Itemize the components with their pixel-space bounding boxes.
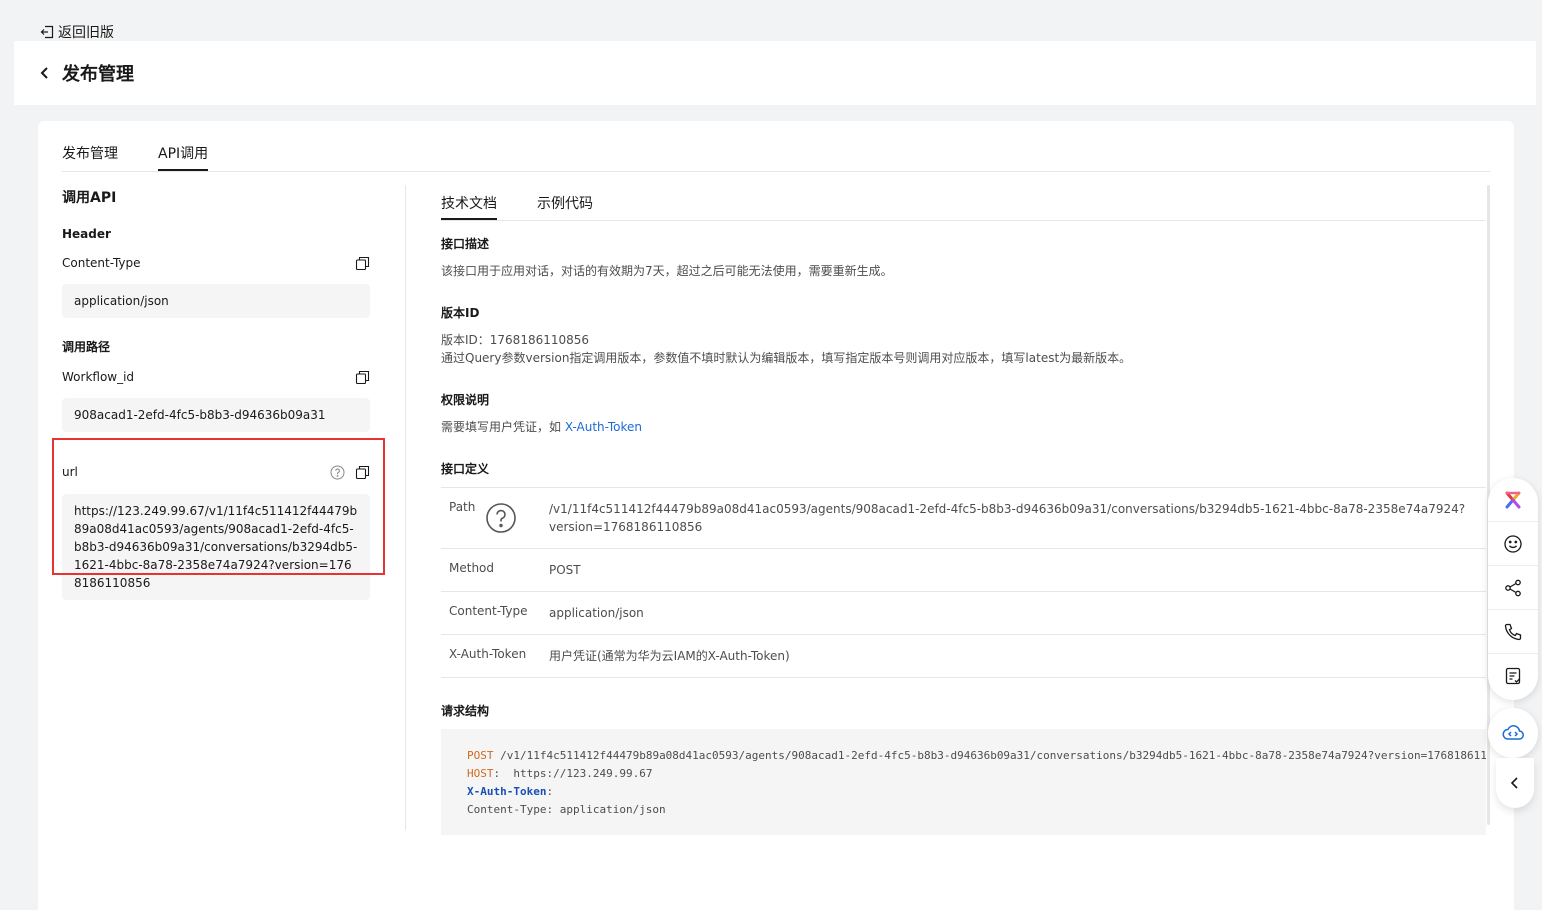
desc-text: 该接口用于应用对话，对话的有效期为7天，超过之后可能无法使用，需要重新生成。 (441, 264, 893, 278)
collapse-toolbar-button[interactable] (1496, 758, 1534, 808)
help-icon[interactable] (485, 502, 517, 534)
code-host-keyword: HOST (467, 767, 494, 780)
code-content-type: Content-Type: application/json (467, 803, 666, 816)
smile-icon (1504, 534, 1522, 553)
def-value-content-type: application/json (549, 606, 644, 620)
content-type-label: Content-Type (62, 256, 141, 270)
workflow-value: 908acad1-2efd-4fc5-b8b3-d94636b09a31 (62, 398, 370, 432)
content-type-row: Content-Type (62, 255, 370, 271)
request-code-block: POST /v1/11f4c511412f44479b89a08d41ac059… (441, 729, 1486, 835)
def-key-method: Method (449, 561, 495, 575)
auth-desc: 需要填写用户凭证，如 (441, 420, 565, 434)
def-value-method: POST (549, 563, 581, 577)
tab-sample-code[interactable]: 示例代码 (537, 193, 593, 220)
tab-release-management[interactable]: 发布管理 (62, 143, 118, 171)
code-host-value: : https://123.249.99.67 (493, 767, 653, 780)
section-title: 调用API (62, 190, 117, 206)
tab-api-call[interactable]: API调用 (158, 143, 209, 171)
content-type-value: application/json (62, 284, 370, 318)
feedback-button[interactable] (1488, 654, 1538, 698)
version-line-1: 版本ID：1768186110856 (441, 333, 590, 347)
table-row: Method POST (441, 549, 1486, 592)
phone-icon (1504, 623, 1522, 640)
table-row: Path /v1/11f4c511412f44479b89a08d41ac059… (441, 488, 1486, 549)
url-highlight-frame (52, 438, 385, 575)
panel-divider (405, 185, 406, 830)
code-token-value: : (546, 785, 554, 798)
version-text: 版本ID：1768186110856 通过Query参数version指定调用版… (441, 331, 1486, 367)
table-row: Content-Type application/json (441, 592, 1486, 635)
code-token-keyword: X-Auth-Token (467, 785, 547, 798)
chevron-left-icon (1510, 777, 1518, 789)
floating-toolbar (1488, 478, 1538, 700)
def-value-path: /v1/11f4c511412f44479b89a08d41ac0593/age… (549, 502, 1466, 534)
main-tabs: 发布管理 API调用 (62, 143, 1490, 172)
def-table: Path /v1/11f4c511412f44479b89a08d41ac059… (441, 487, 1486, 678)
multicolor-logo-button[interactable] (1488, 478, 1538, 522)
code-post-keyword: POST (467, 749, 494, 762)
page-header: 发布管理 (14, 41, 1536, 105)
share-button[interactable] (1488, 566, 1538, 610)
auth-title: 权限说明 (441, 393, 490, 407)
tab-tech-doc[interactable]: 技术文档 (441, 193, 497, 220)
copy-icon[interactable] (355, 370, 370, 385)
def-key-path: Path (449, 500, 549, 534)
chevron-left-icon[interactable] (38, 66, 52, 80)
table-row: X-Auth-Token 用户凭证(通常为华为云IAM的X-Auth-Token… (441, 635, 1486, 678)
def-key-x-auth-token: X-Auth-Token (449, 647, 527, 661)
auth-text: 需要填写用户凭证，如 X-Auth-Token (441, 418, 1486, 436)
request-structure-title: 请求结构 (441, 704, 490, 718)
def-key-label: Path (449, 500, 476, 514)
cloud-code-button[interactable] (1488, 708, 1538, 758)
version-title: 版本ID (441, 306, 480, 320)
code-post-path: /v1/11f4c511412f44479b89a08d41ac0593/age… (493, 749, 1486, 762)
version-line-2: 通过Query参数version指定调用版本，参数值不填时默认为编辑版本，填写指… (441, 351, 1132, 365)
workflow-label: Workflow_id (62, 370, 135, 384)
header-title: Header (62, 227, 111, 241)
def-title: 接口定义 (441, 462, 490, 476)
x-auth-token-link[interactable]: X-Auth-Token (565, 420, 642, 434)
back-old-version-link[interactable]: 返回旧版 (40, 22, 114, 42)
copy-icon[interactable] (355, 256, 370, 271)
cloud-code-icon (1502, 725, 1524, 740)
multicolor-logo-icon (1505, 491, 1521, 508)
exit-icon (40, 25, 54, 39)
phone-button[interactable] (1488, 610, 1538, 654)
call-path-title: 调用路径 (62, 340, 111, 354)
share-icon (1505, 579, 1521, 596)
def-key-content-type: Content-Type (449, 604, 528, 618)
right-panel: 技术文档 示例代码 接口描述 该接口用于应用对话，对话的有效期为7天，超过之后可… (441, 185, 1486, 835)
workflow-row: Workflow_id (62, 369, 370, 385)
page-title: 发布管理 (62, 64, 134, 85)
smile-button[interactable] (1488, 522, 1538, 566)
doc-tabs: 技术文档 示例代码 (441, 185, 1486, 221)
def-value-x-auth-token: 用户凭证(通常为华为云IAM的X-Auth-Token) (549, 649, 790, 663)
desc-title: 接口描述 (441, 237, 490, 251)
back-old-label: 返回旧版 (58, 25, 114, 41)
feedback-icon (1505, 667, 1521, 685)
